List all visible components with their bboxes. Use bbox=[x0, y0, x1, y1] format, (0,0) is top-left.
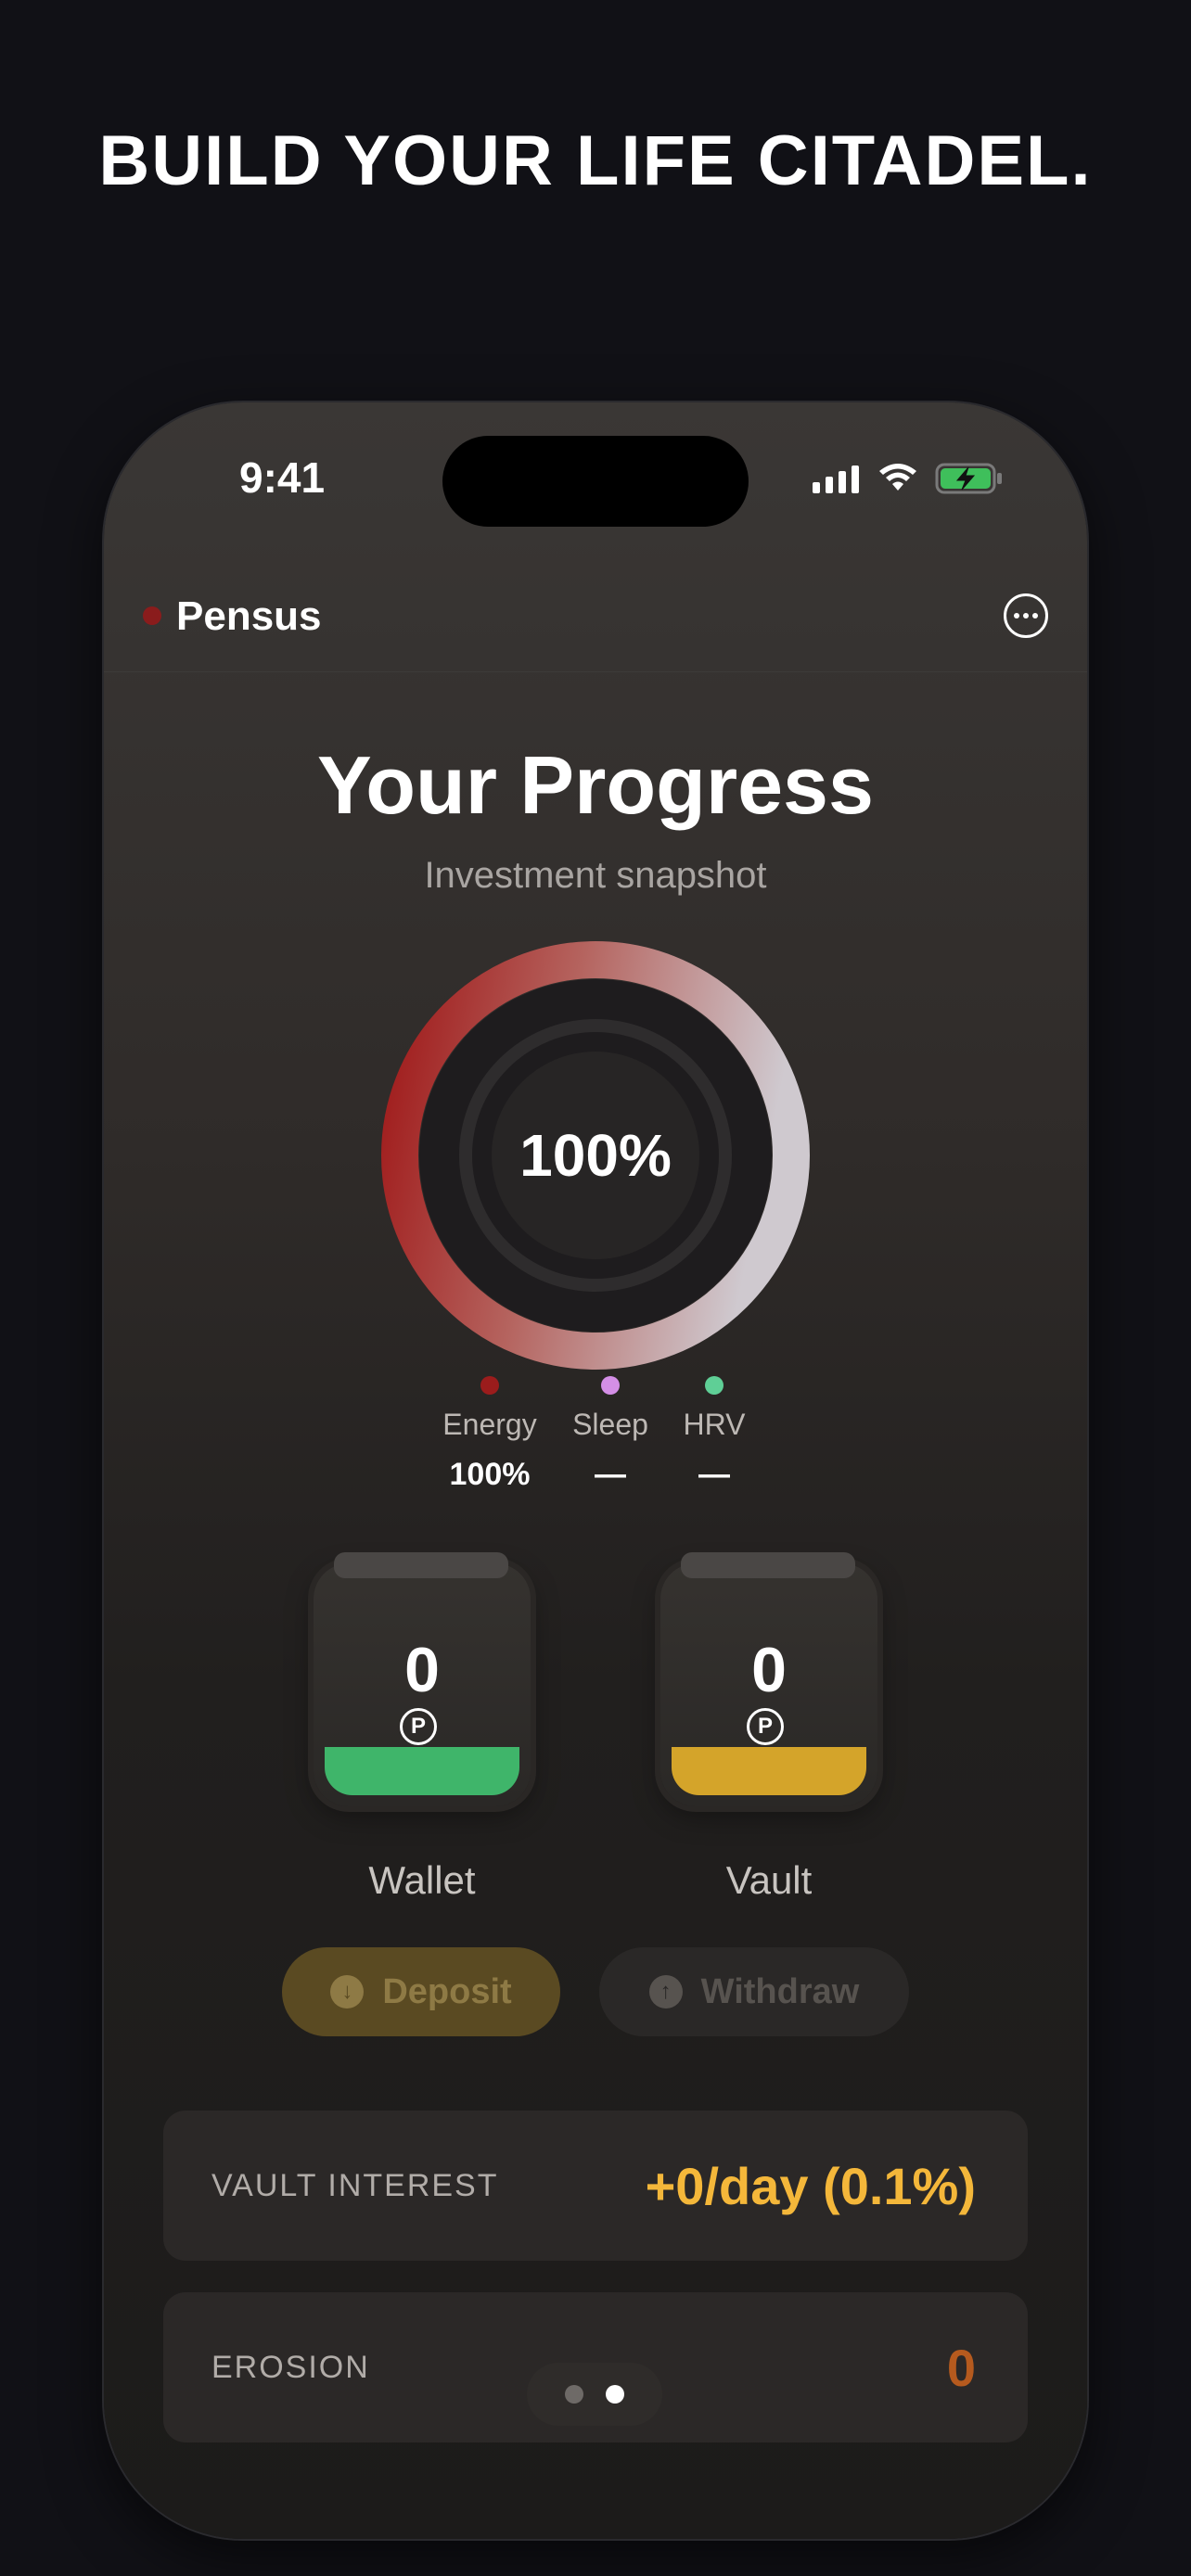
legend-label: HRV bbox=[683, 1408, 746, 1441]
deposit-button[interactable]: ↓ Deposit bbox=[282, 1947, 560, 2036]
progress-percent: 100% bbox=[519, 1122, 672, 1189]
page-dot[interactable] bbox=[565, 2385, 583, 2404]
legend-value: — bbox=[698, 1457, 730, 1492]
arrow-up-icon: ↑ bbox=[648, 1975, 683, 2009]
jar-lid bbox=[334, 1552, 508, 1578]
wallet-amount: 0 bbox=[404, 1635, 440, 1705]
wifi-icon bbox=[879, 464, 916, 491]
jar-fill-wallet bbox=[325, 1747, 519, 1795]
page-indicator[interactable] bbox=[527, 2363, 662, 2426]
erosion-label: EROSION bbox=[211, 2349, 370, 2385]
legend-value: 100% bbox=[449, 1457, 531, 1492]
battery-charging-icon bbox=[935, 463, 1002, 494]
jar-body: 0 P bbox=[660, 1563, 877, 1806]
vault-label: Vault bbox=[725, 1858, 813, 1902]
page-dot-active[interactable] bbox=[606, 2385, 624, 2404]
progress-ring: 100% bbox=[380, 940, 811, 1371]
legend-hrv: HRV — bbox=[649, 1376, 779, 1493]
coin-icon: P bbox=[400, 1708, 437, 1745]
vault-interest-card: VAULT INTEREST +0/day (0.1%) bbox=[163, 2111, 1028, 2261]
phone-frame: 9:41 Pensus Your Progress Investment sna… bbox=[104, 402, 1087, 2539]
legend-dot-energy bbox=[480, 1376, 499, 1395]
legend-label: Energy bbox=[442, 1408, 537, 1441]
page-subtitle: Investment snapshot bbox=[424, 855, 767, 896]
signal-icon bbox=[813, 465, 859, 493]
jar-lid bbox=[681, 1552, 855, 1578]
vault-amount: 0 bbox=[751, 1635, 787, 1705]
deposit-label: Deposit bbox=[382, 1971, 512, 2011]
headline: BUILD YOUR LIFE CITADEL. bbox=[98, 121, 1093, 200]
jar-fill-vault bbox=[672, 1747, 866, 1795]
withdraw-button[interactable]: ↑ Withdraw bbox=[599, 1947, 909, 2036]
arrow-down-icon: ↓ bbox=[330, 1975, 365, 2009]
coin-icon: P bbox=[747, 1708, 784, 1745]
more-options-button[interactable] bbox=[1004, 593, 1048, 638]
status-time: 9:41 bbox=[239, 453, 326, 502]
page-title: Your Progress bbox=[317, 739, 874, 831]
legend-dot-hrv bbox=[705, 1376, 724, 1395]
erosion-value: 0 bbox=[946, 2338, 976, 2397]
status-icons bbox=[813, 462, 1004, 495]
vault-interest-value: +0/day (0.1%) bbox=[645, 2156, 976, 2215]
more-icon bbox=[1014, 613, 1019, 618]
wallet-label: Wallet bbox=[368, 1858, 476, 1902]
app-name: Pensus bbox=[176, 593, 322, 639]
legend-dot-sleep bbox=[601, 1376, 620, 1395]
jar-body: 0 P bbox=[314, 1563, 531, 1806]
withdraw-label: Withdraw bbox=[700, 1971, 860, 2011]
legend-energy: Energy 100% bbox=[425, 1376, 555, 1493]
brand-status-dot bbox=[143, 606, 161, 625]
dynamic-island bbox=[442, 436, 749, 527]
app-topbar: Pensus bbox=[104, 551, 1087, 672]
vault-interest-label: VAULT INTEREST bbox=[211, 2167, 499, 2203]
